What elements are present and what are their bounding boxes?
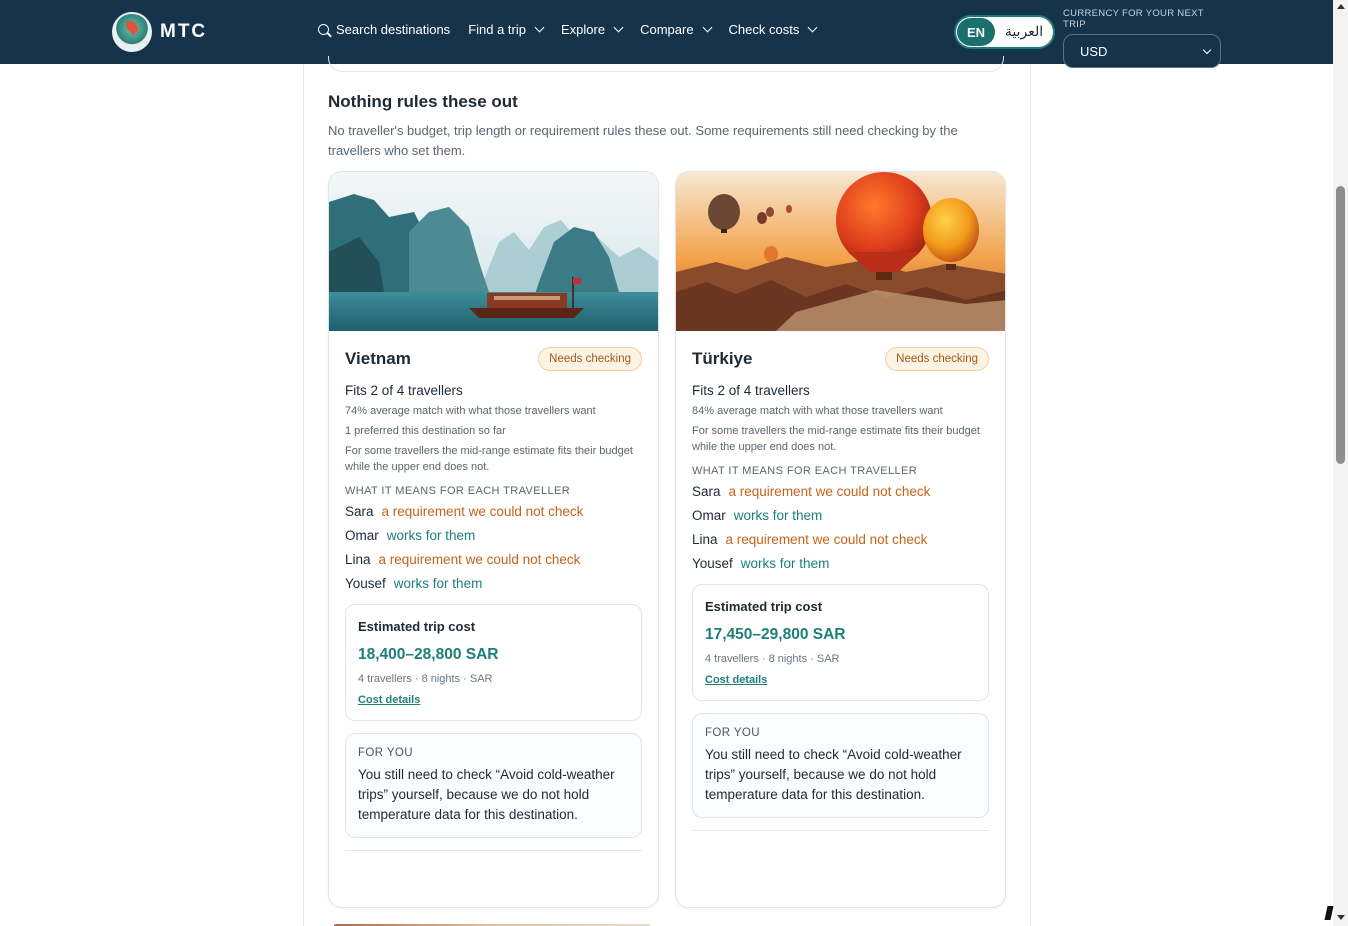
map-pin-globe-icon <box>112 12 152 52</box>
cost-value: 17,450–29,800 SAR <box>705 626 846 643</box>
match-note: 74% average match with what those travel… <box>345 405 596 417</box>
results-column: Nothing rules these out No traveller's b… <box>303 56 1031 926</box>
traveller-name: Sara <box>345 504 374 519</box>
previous-card-edge <box>328 56 1004 72</box>
currency-select[interactable]: USD <box>1063 34 1221 68</box>
currency-label: CURRENCY FOR YOUR NEXT TRIP <box>1063 8 1204 30</box>
traveller-row: Yousef works for them <box>345 575 642 593</box>
traveller-status: a requirement we could not check <box>378 552 581 567</box>
destination-name: Türkiye <box>692 349 753 368</box>
destination-photo-turkiye <box>676 172 1005 331</box>
traveller-row: Lina a requirement we could not check <box>692 531 989 549</box>
nav-search-label: Search destinations <box>336 22 451 37</box>
page-scrollbar[interactable] <box>1333 0 1348 926</box>
for-you-label: FOR YOU <box>358 747 413 759</box>
traveller-row: Lina a requirement we could not check <box>345 551 642 569</box>
traveller-row: Omar works for them <box>692 507 989 525</box>
lang-option-en[interactable]: EN <box>957 18 995 46</box>
destination-card-turkiye[interactable]: Türkiye Needs checking Fits 2 of 4 trave… <box>675 171 1006 908</box>
cost-value: 18,400–28,800 SAR <box>358 646 499 663</box>
cost-box: Estimated trip cost 17,450–29,800 SAR 4 … <box>692 584 989 701</box>
for-you-box: FOR YOU You still need to check “Avoid c… <box>692 713 989 818</box>
section-subtitle: No traveller's budget, trip length or re… <box>328 123 958 158</box>
card-divider <box>345 850 642 851</box>
meaning-heading: WHAT IT MEANS FOR EACH TRAVELLER <box>692 465 918 477</box>
chevron-down-icon <box>534 22 545 33</box>
traveller-status: works for them <box>733 508 823 523</box>
traveller-status: works for them <box>740 556 830 571</box>
currency-picker: CURRENCY FOR YOUR NEXT TRIP USD <box>1063 8 1221 68</box>
for-you-label: FOR YOU <box>705 727 760 739</box>
traveller-status: works for them <box>386 528 476 543</box>
chevron-down-icon <box>1202 45 1212 54</box>
top-nav-bar: MTC Search destinations Find a trip Expl… <box>0 0 1333 68</box>
traveller-name: Lina <box>345 552 371 567</box>
traveller-name: Lina <box>692 532 718 547</box>
nav-search-destinations[interactable]: Search destinations <box>318 22 450 37</box>
traveller-status: a requirement we could not check <box>381 504 584 519</box>
destination-photo-vietnam <box>329 172 658 331</box>
chevron-down-icon <box>702 22 712 33</box>
traveller-status: a requirement we could not check <box>725 532 928 547</box>
traveller-name: Yousef <box>345 576 386 591</box>
for-you-text: You still need to check “Avoid cold-weat… <box>358 767 615 822</box>
for-you-text: You still need to check “Avoid cold-weat… <box>705 747 962 802</box>
scroll-thumb[interactable] <box>1336 186 1345 464</box>
match-note: 84% average match with what those travel… <box>692 405 943 417</box>
card-divider <box>692 830 989 831</box>
cost-label: Estimated trip cost <box>705 599 823 614</box>
chevron-down-icon <box>807 22 818 33</box>
meaning-heading: WHAT IT MEANS FOR EACH TRAVELLER <box>345 485 571 497</box>
traveller-name: Sara <box>692 484 721 499</box>
for-you-box: FOR YOU You still need to check “Avoid c… <box>345 733 642 838</box>
scroll-down-arrow-icon[interactable] <box>1337 915 1345 920</box>
status-badge: Needs checking <box>538 347 642 371</box>
section-title: Nothing rules these out <box>328 92 518 111</box>
preference-note: 1 preferred this destination so far <box>345 425 506 437</box>
nav-explore[interactable]: Explore <box>561 22 624 37</box>
cost-meta: 4 travellers · 8 nights · SAR <box>705 653 840 665</box>
budget-note: For some travellers the mid-range estima… <box>692 425 980 453</box>
traveller-row: Sara a requirement we could not check <box>345 503 642 521</box>
language-toggle[interactable]: EN العربية <box>954 15 1055 49</box>
nav-check-costs[interactable]: Check costs <box>728 22 818 37</box>
cost-details-link[interactable]: Cost details <box>705 674 767 686</box>
traveller-name: Omar <box>692 508 726 523</box>
traveller-name: Yousef <box>692 556 733 571</box>
traveller-name: Omar <box>345 528 379 543</box>
nav-compare-label: Compare <box>640 22 694 37</box>
currency-value: USD <box>1080 43 1108 59</box>
destination-name: Vietnam <box>345 349 411 368</box>
scroll-up-arrow-icon[interactable] <box>1337 4 1345 9</box>
traveller-status: works for them <box>393 576 483 591</box>
destination-card-vietnam[interactable]: Vietnam Needs checking Fits 2 of 4 trave… <box>328 171 659 908</box>
fits-travellers: Fits 2 of 4 travellers <box>345 383 463 398</box>
main-nav: Search destinations Find a trip Explore … <box>318 22 818 37</box>
brand-logo[interactable]: MTC <box>112 12 207 52</box>
cost-label: Estimated trip cost <box>358 619 476 634</box>
status-badge: Needs checking <box>885 347 989 371</box>
traveller-row: Sara a requirement we could not check <box>692 483 989 501</box>
budget-note: For some travellers the mid-range estima… <box>345 445 633 473</box>
chevron-down-icon <box>613 22 624 33</box>
nav-find-trip-label: Find a trip <box>468 22 526 37</box>
nav-compare[interactable]: Compare <box>640 22 712 37</box>
traveller-row: Omar works for them <box>345 527 642 545</box>
lang-option-ar[interactable]: العربية <box>995 24 1053 40</box>
traveller-row: Yousef works for them <box>692 555 989 573</box>
search-icon <box>318 24 329 35</box>
nav-find-a-trip[interactable]: Find a trip <box>468 22 545 37</box>
nav-check-costs-label: Check costs <box>728 22 800 37</box>
fits-travellers: Fits 2 of 4 travellers <box>692 383 810 398</box>
cost-details-link[interactable]: Cost details <box>358 694 420 706</box>
cost-box: Estimated trip cost 18,400–28,800 SAR 4 … <box>345 604 642 721</box>
brand-name: MTC <box>160 21 208 42</box>
nav-explore-label: Explore <box>561 22 606 37</box>
traveller-status: a requirement we could not check <box>728 484 931 499</box>
cost-meta: 4 travellers · 8 nights · SAR <box>358 673 493 685</box>
